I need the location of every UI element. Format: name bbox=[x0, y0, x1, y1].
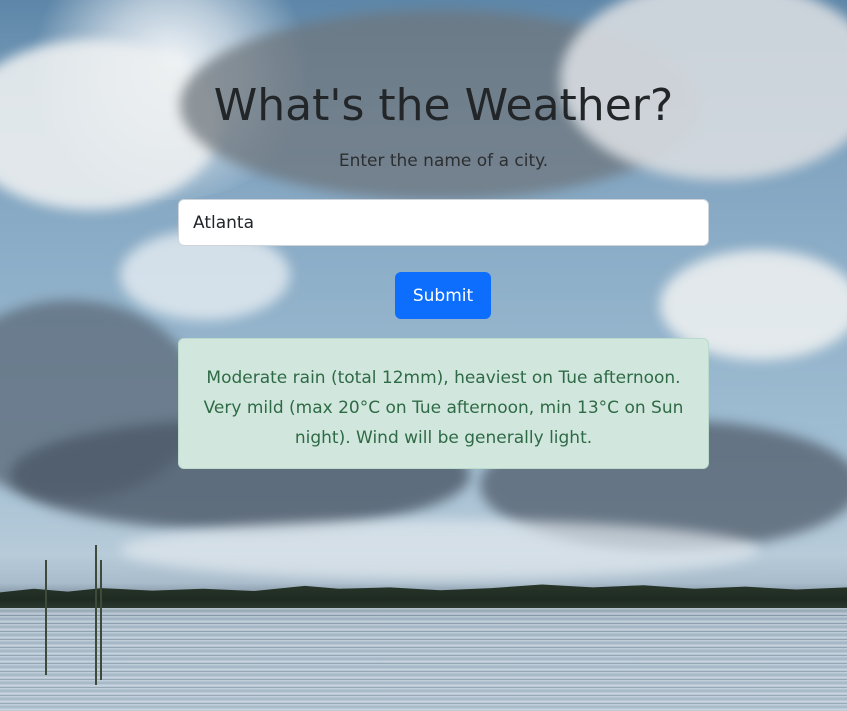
page-background: What's the Weather? Enter the name of a … bbox=[0, 0, 847, 711]
cloud bbox=[120, 520, 760, 580]
lake-water bbox=[0, 608, 847, 711]
forecast-result: Moderate rain (total 12mm), heaviest on … bbox=[178, 338, 709, 469]
reed bbox=[45, 560, 47, 675]
reed bbox=[100, 560, 102, 680]
submit-button[interactable]: Submit bbox=[395, 272, 491, 319]
city-input[interactable] bbox=[178, 199, 709, 246]
page-subtitle: Enter the name of a city. bbox=[338, 151, 549, 171]
reed bbox=[95, 545, 97, 685]
page-title: What's the Weather? bbox=[213, 80, 674, 131]
